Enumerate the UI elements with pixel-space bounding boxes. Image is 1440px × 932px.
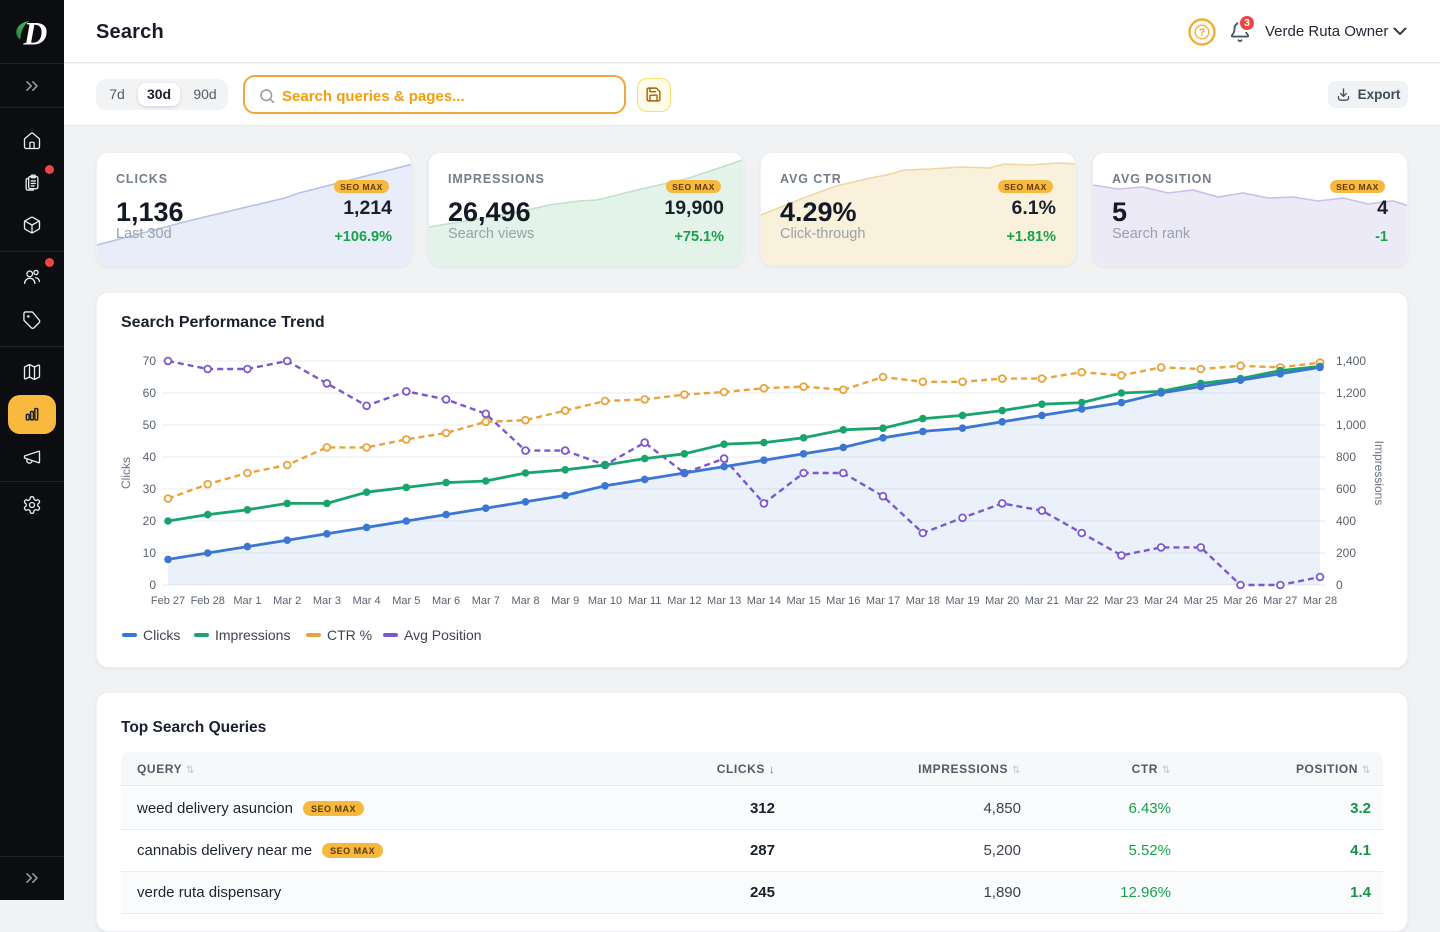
- svg-text:Mar 16: Mar 16: [826, 595, 860, 607]
- svg-text:Mar 2: Mar 2: [273, 595, 301, 607]
- svg-text:20: 20: [143, 514, 157, 528]
- svg-text:10: 10: [143, 546, 157, 560]
- svg-text:0: 0: [1336, 578, 1343, 592]
- svg-text:400: 400: [1336, 514, 1356, 528]
- svg-text:Impressions: Impressions: [1372, 441, 1386, 506]
- svg-text:Mar 3: Mar 3: [313, 595, 341, 607]
- svg-text:Mar 28: Mar 28: [1303, 595, 1337, 607]
- svg-text:Mar 20: Mar 20: [985, 595, 1019, 607]
- svg-text:Mar 5: Mar 5: [392, 595, 420, 607]
- svg-text:40: 40: [143, 450, 157, 464]
- svg-text:Mar 12: Mar 12: [667, 595, 701, 607]
- svg-text:Mar 19: Mar 19: [945, 595, 979, 607]
- svg-text:?: ?: [1199, 28, 1205, 39]
- svg-text:Mar 4: Mar 4: [353, 595, 381, 607]
- svg-text:D: D: [23, 17, 48, 53]
- svg-text:30: 30: [143, 482, 157, 496]
- svg-text:Clicks: Clicks: [119, 457, 133, 489]
- svg-text:1,200: 1,200: [1336, 386, 1366, 400]
- svg-text:Mar 11: Mar 11: [628, 595, 661, 607]
- svg-text:50: 50: [143, 418, 157, 432]
- svg-text:800: 800: [1336, 450, 1356, 464]
- svg-text:Mar 10: Mar 10: [588, 595, 622, 607]
- svg-text:Mar 13: Mar 13: [707, 595, 741, 607]
- svg-text:Feb 28: Feb 28: [191, 595, 225, 607]
- svg-text:Mar 27: Mar 27: [1263, 595, 1297, 607]
- svg-text:Mar 1: Mar 1: [233, 595, 261, 607]
- svg-text:Mar 15: Mar 15: [786, 595, 820, 607]
- svg-text:Mar 17: Mar 17: [866, 595, 900, 607]
- svg-text:Mar 23: Mar 23: [1104, 595, 1138, 607]
- svg-text:1,000: 1,000: [1336, 418, 1366, 432]
- svg-text:Mar 22: Mar 22: [1065, 595, 1099, 607]
- svg-text:Mar 14: Mar 14: [747, 595, 781, 607]
- svg-text:1,400: 1,400: [1336, 354, 1366, 368]
- svg-text:70: 70: [143, 354, 157, 368]
- svg-text:Mar 6: Mar 6: [432, 595, 460, 607]
- svg-text:Mar 7: Mar 7: [472, 595, 500, 607]
- svg-text:60: 60: [143, 386, 157, 400]
- svg-text:Mar 24: Mar 24: [1144, 595, 1178, 607]
- svg-text:Mar 25: Mar 25: [1184, 595, 1218, 607]
- svg-text:600: 600: [1336, 482, 1356, 496]
- svg-text:200: 200: [1336, 546, 1356, 560]
- svg-text:Mar 9: Mar 9: [551, 595, 579, 607]
- svg-text:Mar 18: Mar 18: [906, 595, 940, 607]
- svg-text:Mar 26: Mar 26: [1223, 595, 1257, 607]
- svg-text:Feb 27: Feb 27: [151, 595, 185, 607]
- svg-text:0: 0: [149, 578, 156, 592]
- svg-text:Mar 21: Mar 21: [1025, 595, 1059, 607]
- svg-text:Mar 8: Mar 8: [511, 595, 539, 607]
